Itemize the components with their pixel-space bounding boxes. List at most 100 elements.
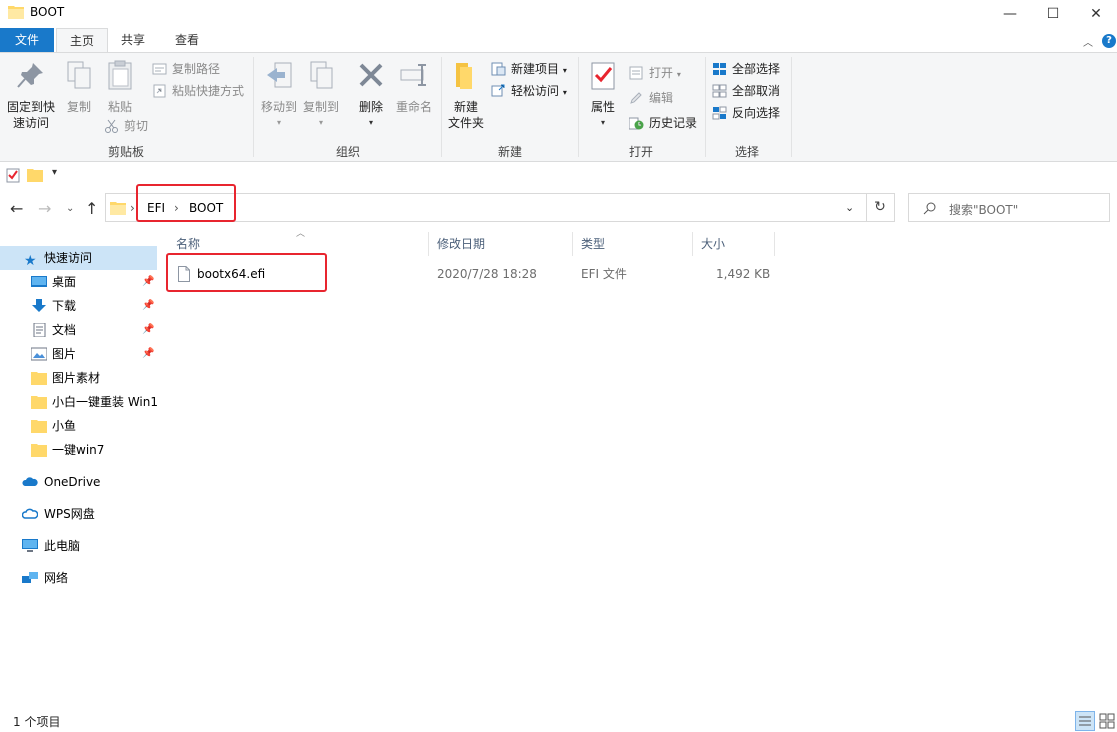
nav-quick-access[interactable]: ★ 快速访问 [0, 246, 157, 270]
close-button[interactable]: ✕ [1073, 0, 1117, 28]
nav-item-downloads[interactable]: 下载 📌 [0, 294, 157, 318]
refresh-button[interactable]: ↻ [866, 193, 895, 222]
nav-onedrive[interactable]: OneDrive [0, 470, 157, 494]
large-icons-view-icon[interactable] [1097, 711, 1117, 731]
invert-selection-button[interactable]: 反向选择 [712, 103, 780, 123]
chevron-up-icon[interactable]: ︿ [1083, 34, 1093, 49]
ribbon-home: 固定到快 速访问 复制 粘贴 复制路径 粘贴快捷方式 剪切 剪贴板 移动到 ▾ … [0, 52, 1117, 162]
folder-icon [31, 372, 47, 385]
new-item-button[interactable]: 新建项目 ▾ [491, 59, 567, 79]
recent-locations-icon[interactable]: ⌄ [66, 203, 74, 214]
nav-item-documents[interactable]: 文档 📌 [0, 318, 157, 342]
up-icon[interactable]: ↑ [85, 199, 98, 218]
history-icon [629, 117, 644, 130]
nav-item-folder[interactable]: 小白一键重装 Win1 [0, 390, 157, 414]
invert-selection-icon [712, 106, 727, 120]
pin-icon: 📌 [142, 300, 155, 311]
nav-item-desktop[interactable]: 桌面 📌 [0, 270, 157, 294]
computer-icon [22, 539, 38, 552]
paste-shortcut-button[interactable]: 粘贴快捷方式 [152, 81, 244, 101]
rename-icon [400, 64, 426, 86]
clipboard-icon [108, 60, 132, 90]
title-bar: BOOT — ☐ ✕ [0, 0, 1117, 28]
status-bar: 1 个项目 [0, 708, 1117, 732]
tab-share[interactable]: 共享 [110, 28, 156, 52]
column-header-type[interactable]: 类型 [573, 232, 693, 256]
copy-button[interactable]: 复制 [62, 59, 96, 115]
properties-button[interactable]: 属性 ▾ [586, 59, 620, 131]
paste-label: 粘贴 [107, 100, 132, 114]
search-icon [923, 202, 936, 215]
folder-icon [31, 396, 47, 409]
new-folder-icon [456, 63, 472, 89]
minimize-button[interactable]: — [987, 0, 1033, 28]
group-divider [253, 57, 254, 157]
properties-small-icon[interactable] [6, 167, 20, 183]
maximize-button[interactable]: ☐ [1030, 0, 1076, 28]
copy-icon [67, 61, 91, 89]
pin-quick-label-1: 固定到快 [6, 100, 55, 114]
history-button[interactable]: 历史记录 [629, 113, 697, 133]
back-icon[interactable]: ← [10, 199, 23, 218]
tab-home[interactable]: 主页 [56, 28, 108, 53]
rename-button[interactable]: 重命名 [393, 59, 435, 115]
open-icon [629, 66, 643, 80]
pin-quick-access-button[interactable]: 固定到快 速访问 [4, 59, 58, 131]
details-view-icon[interactable] [1075, 711, 1095, 731]
cloud-icon [22, 508, 38, 519]
folder-icon [31, 444, 47, 457]
scissors-icon [105, 119, 118, 133]
nav-wps[interactable]: WPS网盘 [0, 502, 157, 526]
edit-button[interactable]: 编辑 [629, 88, 673, 108]
select-all-button[interactable]: 全部选择 [712, 59, 780, 79]
folder-icon [31, 420, 47, 433]
select-none-button[interactable]: 全部取消 [712, 81, 780, 101]
pin-icon: 📌 [142, 324, 155, 335]
highlight-box-file [166, 253, 327, 292]
network-icon [22, 572, 38, 583]
file-size: 1,492 KB [716, 267, 771, 281]
cut-button[interactable]: 剪切 [104, 116, 148, 136]
nav-item-folder[interactable]: 图片素材 [0, 366, 157, 390]
new-folder-button[interactable]: 新建 文件夹 [444, 59, 488, 131]
qat-dropdown-icon[interactable]: ▾ [52, 167, 57, 178]
move-to-button[interactable]: 移动到 ▾ [258, 59, 300, 131]
tab-view[interactable]: 查看 [162, 28, 212, 52]
new-folder-small-icon[interactable] [27, 168, 43, 182]
file-modified: 2020/7/28 18:28 [437, 267, 537, 281]
group-divider [705, 57, 706, 157]
column-header-modified[interactable]: 修改日期 [429, 232, 573, 256]
folder-icon [110, 202, 126, 215]
desktop-icon [31, 276, 47, 287]
pin-icon: 📌 [142, 276, 155, 287]
easy-access-icon [491, 84, 505, 97]
nav-this-pc[interactable]: 此电脑 [0, 534, 157, 558]
file-type: EFI 文件 [581, 267, 627, 281]
select-group-label: 选择 [734, 145, 759, 159]
window-title: BOOT [30, 5, 65, 19]
nav-item-folder[interactable]: 一键win7 [0, 438, 157, 462]
download-icon [32, 299, 46, 312]
easy-access-button[interactable]: 轻松访问 ▾ [491, 81, 567, 101]
chevron-down-icon[interactable]: ⌄ [845, 201, 854, 214]
search-box[interactable]: 搜索"BOOT" [908, 193, 1110, 222]
tab-file[interactable]: 文件 [0, 28, 54, 52]
column-header-size[interactable]: 大小 [693, 232, 775, 256]
document-icon [33, 323, 46, 337]
nav-item-pictures[interactable]: 图片 📌 [0, 342, 157, 366]
copy-path-button[interactable]: 复制路径 [152, 59, 220, 79]
delete-button[interactable]: 删除 ▾ [354, 59, 388, 131]
copy-to-button[interactable]: 复制到 ▾ [300, 59, 342, 131]
item-count: 1 个项目 [13, 715, 61, 729]
nav-network[interactable]: 网络 [0, 566, 157, 590]
help-icon[interactable]: ? [1102, 34, 1116, 48]
forward-icon[interactable]: → [38, 199, 51, 218]
paste-button[interactable]: 粘贴 [102, 59, 138, 115]
new-item-icon [491, 62, 506, 76]
nav-item-folder[interactable]: 小鱼 [0, 414, 157, 438]
search-placeholder: 搜索"BOOT" [949, 203, 1019, 217]
select-all-icon [713, 63, 726, 75]
copy-path-icon [152, 63, 167, 75]
delete-icon [359, 63, 383, 87]
open-button[interactable]: 打开 ▾ [629, 63, 681, 83]
